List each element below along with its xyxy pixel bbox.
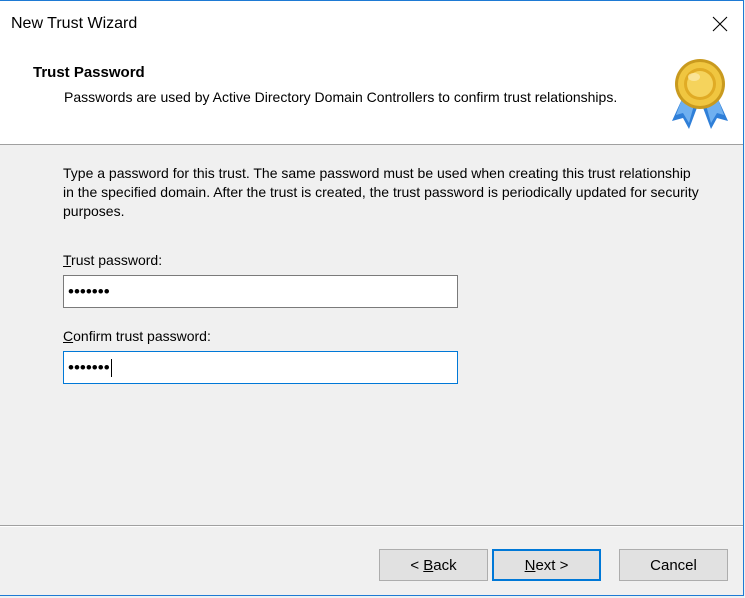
footer-separator <box>0 525 743 527</box>
next-button-label: ext > <box>535 556 569 574</box>
back-button-mnemonic: B <box>423 556 434 574</box>
title-bar: New Trust Wizard <box>0 1 743 47</box>
wizard-header: Trust Password Passwords are used by Act… <box>0 47 743 145</box>
confirm-password-field[interactable]: ••••••• <box>63 351 458 384</box>
confirm-password-label-text: onfirm trust password: <box>73 328 211 344</box>
page-title: Trust Password <box>33 64 145 81</box>
certificate-ribbon-icon <box>672 59 728 129</box>
confirm-password-label-mnemonic: C <box>63 328 74 344</box>
close-icon <box>712 16 728 32</box>
page-description: Passwords are used by Active Directory D… <box>64 89 618 105</box>
next-button-mnemonic: N <box>524 556 536 574</box>
back-button[interactable]: < Back <box>379 549 488 581</box>
wizard-window: New Trust Wizard Trust Password Password… <box>0 0 744 596</box>
text-caret <box>110 358 112 377</box>
trust-password-label-mnemonic: T <box>63 252 72 268</box>
window-title: New Trust Wizard <box>11 15 138 32</box>
confirm-password-label: Confirm trust password: <box>63 328 211 344</box>
confirm-password-value: ••••••• <box>68 358 110 377</box>
trust-password-label-text: rust password: <box>71 252 163 268</box>
instructions-text: Type a password for this trust. The same… <box>63 165 699 219</box>
next-button[interactable]: Next > <box>492 549 601 581</box>
trust-password-field[interactable]: ••••••• <box>63 275 458 308</box>
cancel-button[interactable]: Cancel <box>619 549 728 581</box>
back-button-prefix: < <box>410 556 424 574</box>
trust-password-label: Trust password: <box>63 252 162 268</box>
close-button[interactable] <box>697 1 743 47</box>
back-button-label: ack <box>433 556 457 574</box>
trust-password-value: ••••••• <box>68 282 110 301</box>
cancel-button-label: Cancel <box>650 556 697 574</box>
